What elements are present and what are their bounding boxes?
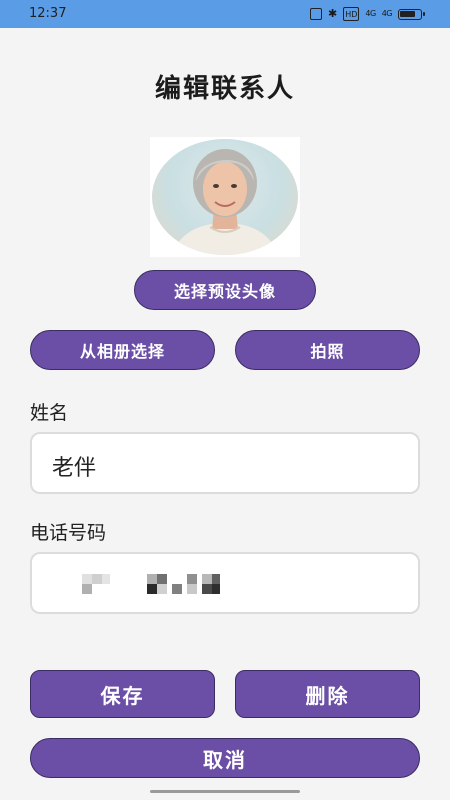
phone-label: 电话号码 <box>30 522 107 544</box>
save-button[interactable]: 保存 <box>30 670 215 718</box>
signal-icon: 4G <box>381 9 393 18</box>
avatar[interactable] <box>150 137 300 257</box>
status-time: 12:37 <box>29 6 67 21</box>
bluetooth-icon: ✱ <box>328 7 338 20</box>
hd-icon: HD <box>343 7 360 21</box>
page-title: 编辑联系人 <box>154 74 295 104</box>
battery-level <box>400 10 415 17</box>
nfc-icon <box>310 8 322 20</box>
cancel-button[interactable]: 取消 <box>30 738 420 778</box>
name-label: 姓名 <box>30 402 69 424</box>
status-icons: ✱ HD 4G 4G <box>310 7 425 21</box>
take-photo-button[interactable]: 拍照 <box>235 330 420 370</box>
signal-icon: 4G <box>365 9 376 18</box>
home-indicator[interactable] <box>150 790 300 793</box>
name-value: 老伴 <box>52 456 97 481</box>
phone-value-redacted <box>62 568 222 594</box>
battery-icon <box>398 8 425 20</box>
delete-button[interactable]: 删除 <box>235 670 420 718</box>
choose-from-album-button[interactable]: 从相册选择 <box>30 330 215 370</box>
phone-field[interactable] <box>30 552 420 614</box>
select-preset-avatar-button[interactable]: 选择预设头像 <box>134 270 316 310</box>
elderly-woman-portrait-icon <box>152 139 298 255</box>
name-field[interactable]: 老伴 <box>30 432 420 494</box>
status-bar: 12:37 ✱ HD 4G 4G <box>0 0 450 28</box>
